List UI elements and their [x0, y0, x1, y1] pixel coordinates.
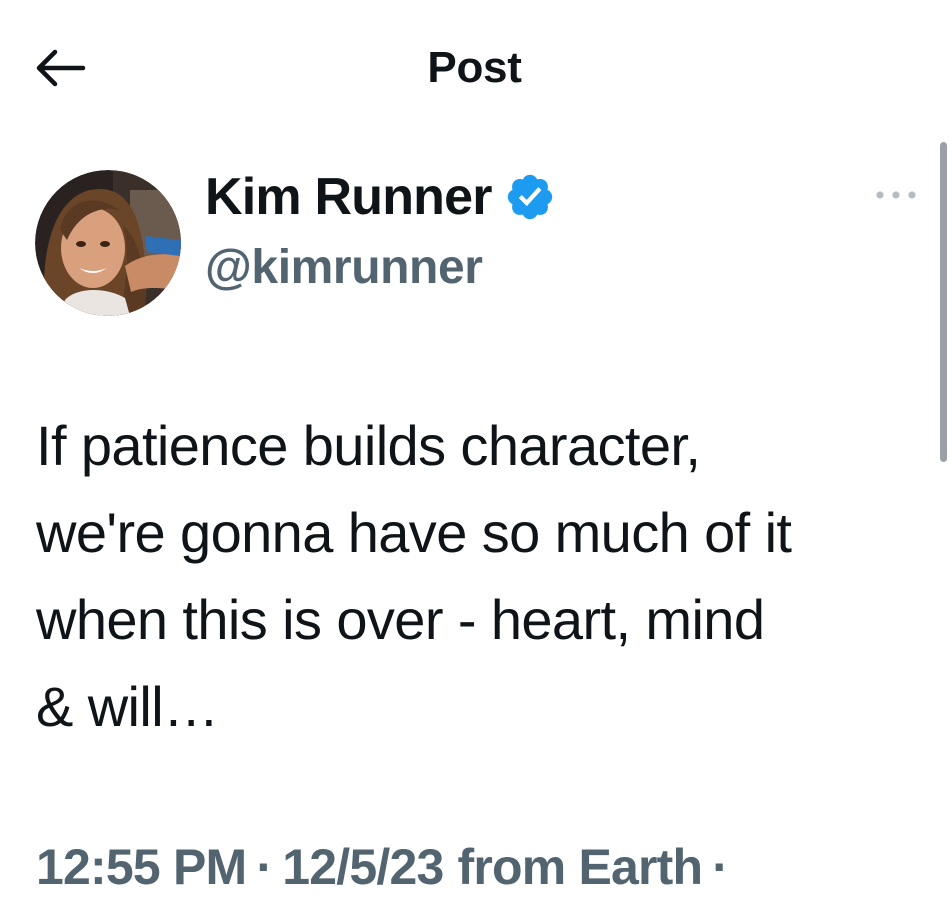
avatar[interactable] [35, 170, 181, 316]
post-date[interactable]: 12/5/23 [282, 838, 444, 896]
more-options-button[interactable] [868, 180, 924, 210]
page-title: Post [427, 43, 522, 92]
post-text: If patience builds character, we're gonn… [36, 414, 792, 738]
post-meta: 12:55 PM · 12/5/23 from Earth · [36, 832, 738, 902]
display-name[interactable]: Kim Runner [205, 167, 492, 227]
profile-photo [35, 170, 181, 316]
author-name-row[interactable]: Kim Runner [205, 166, 556, 228]
post-source: from Earth [457, 839, 703, 895]
scrollbar-thumb[interactable] [940, 142, 947, 462]
more-horizontal-icon [876, 191, 916, 199]
meta-separator: · [256, 839, 273, 895]
verified-badge-icon[interactable] [504, 171, 556, 223]
meta-separator-trailing: · [712, 839, 729, 895]
author-handle[interactable]: @kimrunner [205, 240, 483, 296]
top-bar: Post [0, 0, 949, 130]
post-time[interactable]: 12:55 PM [36, 838, 247, 896]
